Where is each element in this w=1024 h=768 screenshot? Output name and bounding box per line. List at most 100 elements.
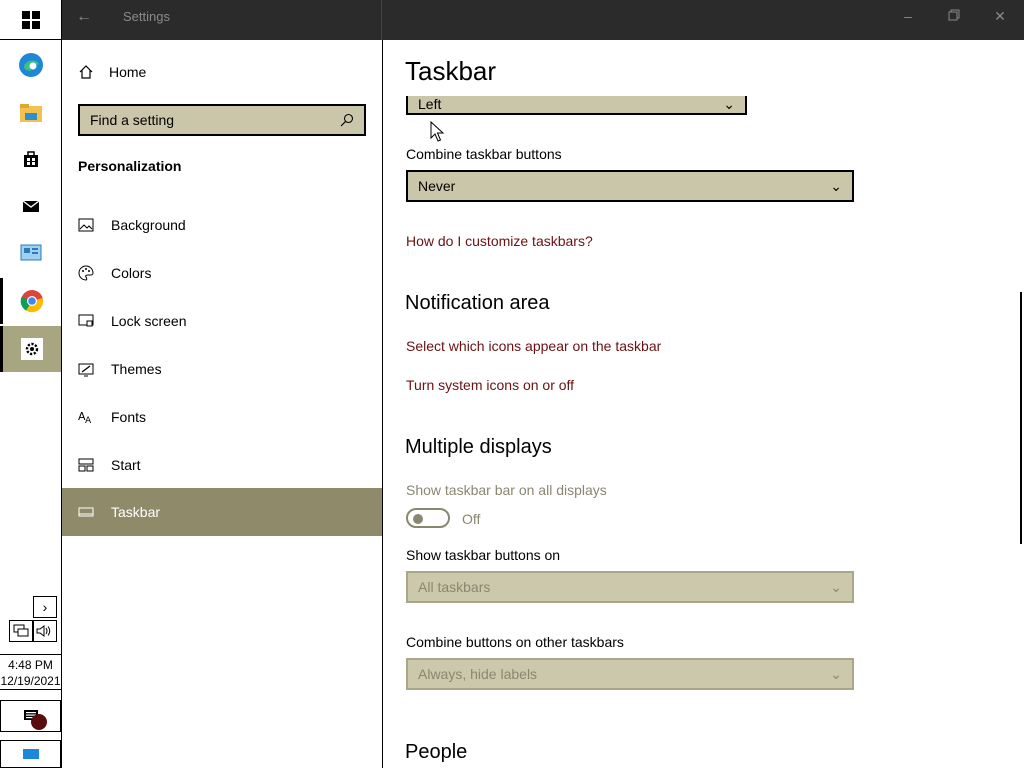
store-icon: [23, 151, 38, 167]
palette-icon: [78, 265, 94, 281]
maximize-button[interactable]: [942, 8, 966, 28]
mouse-cursor-icon: [430, 121, 445, 142]
settings-content: Taskbar Left ⌄ Combine taskbar buttons N…: [383, 40, 1024, 768]
lock-screen-icon: [78, 313, 94, 329]
nav-item-themes[interactable]: Themes: [62, 345, 382, 393]
desktop-icon: [22, 749, 39, 759]
nav-item-label: Fonts: [111, 409, 147, 425]
combine-buttons-label: Combine taskbar buttons: [406, 146, 562, 162]
chevron-down-icon: ⌄: [830, 177, 842, 194]
nav-item-fonts[interactable]: AA Fonts: [62, 393, 382, 441]
volume-icon: [36, 625, 51, 637]
chevron-down-icon: ⌄: [830, 665, 842, 682]
network-icon: [13, 624, 29, 637]
search-icon: [340, 113, 354, 127]
content-scrollbar[interactable]: [1020, 292, 1022, 544]
taskbar: › 4:48 PM 12/19/2021: [0, 0, 62, 768]
home-label: Home: [109, 64, 147, 80]
window-titlebar: ← Settings – ✕: [62, 0, 1024, 40]
nav-item-label: Background: [111, 217, 186, 233]
nav-item-colors[interactable]: Colors: [62, 249, 382, 297]
close-button[interactable]: ✕: [988, 8, 1012, 28]
taskbar-app-explorer[interactable]: [0, 90, 61, 136]
settings-app-tile: [21, 338, 43, 360]
taskbar-app-chrome[interactable]: [0, 278, 61, 324]
show-hidden-icons-button[interactable]: ›: [33, 596, 57, 618]
taskbar-icon: [78, 504, 94, 520]
dropdown-value: Never: [418, 178, 456, 194]
multiple-displays-header: Multiple displays: [405, 436, 552, 458]
nav-item-label: Start: [111, 457, 141, 473]
titlebar-left: ← Settings: [62, 0, 382, 40]
nav-item-taskbar[interactable]: Taskbar: [62, 488, 382, 536]
nav-item-label: Lock screen: [111, 313, 187, 329]
volume-tray-button[interactable]: [33, 620, 57, 642]
people-header: People: [405, 741, 468, 763]
close-icon: ✕: [994, 8, 1006, 24]
nav-item-label: Taskbar: [111, 504, 161, 520]
folder-icon: [19, 104, 42, 122]
taskbar-app-store[interactable]: [0, 136, 61, 182]
notification-area-header: Notification area: [405, 292, 550, 314]
back-button[interactable]: ←: [76, 8, 96, 28]
nav-section-title: Personalization: [78, 158, 182, 174]
nav-item-start[interactable]: Start: [62, 441, 382, 489]
nav-home[interactable]: Home: [78, 64, 146, 80]
combine-other-label: Combine buttons on other taskbars: [406, 634, 624, 650]
windows-logo-icon: [21, 10, 40, 29]
taskbar-app-settings[interactable]: [0, 326, 61, 372]
gear-icon: [25, 342, 39, 356]
nav-item-lock-screen[interactable]: Lock screen: [62, 297, 382, 345]
taskbar-app-mail[interactable]: [0, 183, 61, 229]
clock-date: 12/19/2021: [0, 674, 61, 688]
customize-taskbar-link[interactable]: How do I customize taskbars?: [406, 233, 593, 249]
dropdown-value: Left: [418, 96, 442, 112]
search-input[interactable]: Find a setting: [78, 104, 366, 136]
picture-icon: [78, 217, 94, 233]
show-taskbar-all-displays-label: Show taskbar bar on all displays: [406, 482, 607, 498]
notification-badge: [31, 714, 47, 730]
screen: › 4:48 PM 12/19/2021 ← Settings – ✕ Home…: [0, 0, 1024, 768]
page-title: Taskbar: [405, 56, 497, 86]
dropdown-value: All taskbars: [418, 579, 491, 595]
chevron-down-icon: ⌄: [830, 578, 842, 595]
minimize-icon: –: [904, 8, 912, 24]
combine-buttons-dropdown[interactable]: Never ⌄: [406, 170, 854, 202]
network-tray-button[interactable]: [9, 620, 33, 642]
start-button[interactable]: [0, 0, 61, 40]
minimize-button[interactable]: –: [896, 8, 920, 28]
taskbar-app-edge[interactable]: [0, 42, 61, 88]
select-icons-link[interactable]: Select which icons appear on the taskbar: [406, 338, 661, 354]
restore-icon: [948, 9, 960, 21]
fonts-icon: AA: [78, 409, 94, 425]
show-buttons-on-dropdown[interactable]: All taskbars ⌄: [406, 571, 854, 603]
show-taskbar-all-displays-toggle[interactable]: [406, 508, 450, 528]
nav-item-label: Colors: [111, 265, 152, 281]
themes-icon: [78, 361, 94, 377]
chrome-icon: [20, 290, 44, 313]
arrow-left-icon: ←: [76, 8, 92, 25]
taskbar-location-dropdown[interactable]: Left ⌄: [406, 95, 747, 115]
start-icon: [78, 457, 94, 473]
action-center-button[interactable]: [0, 700, 61, 732]
control-panel-icon: [20, 244, 41, 261]
svg-text:A: A: [85, 416, 92, 425]
nav-item-background[interactable]: Background: [62, 201, 382, 249]
show-buttons-on-label: Show taskbar buttons on: [406, 547, 561, 563]
show-desktop-button[interactable]: [0, 740, 61, 768]
chevron-right-icon: ›: [42, 599, 48, 615]
taskbar-clock[interactable]: 4:48 PM 12/19/2021: [0, 654, 61, 690]
search-placeholder: Find a setting: [90, 112, 175, 128]
settings-nav: Home Find a setting Personalization Back…: [62, 40, 383, 768]
clock-time: 4:48 PM: [8, 658, 53, 672]
edge-icon: [18, 53, 43, 77]
dropdown-value: Always, hide labels: [418, 666, 538, 682]
system-icons-link[interactable]: Turn system icons on or off: [406, 377, 574, 393]
window-title: Settings: [123, 9, 170, 24]
combine-other-dropdown[interactable]: Always, hide labels ⌄: [406, 658, 854, 690]
nav-item-label: Themes: [111, 361, 162, 377]
mail-icon: [22, 200, 39, 212]
toggle-state-label: Off: [462, 511, 481, 527]
taskbar-app-control-panel[interactable]: [0, 230, 61, 276]
chevron-down-icon: ⌄: [723, 95, 735, 112]
